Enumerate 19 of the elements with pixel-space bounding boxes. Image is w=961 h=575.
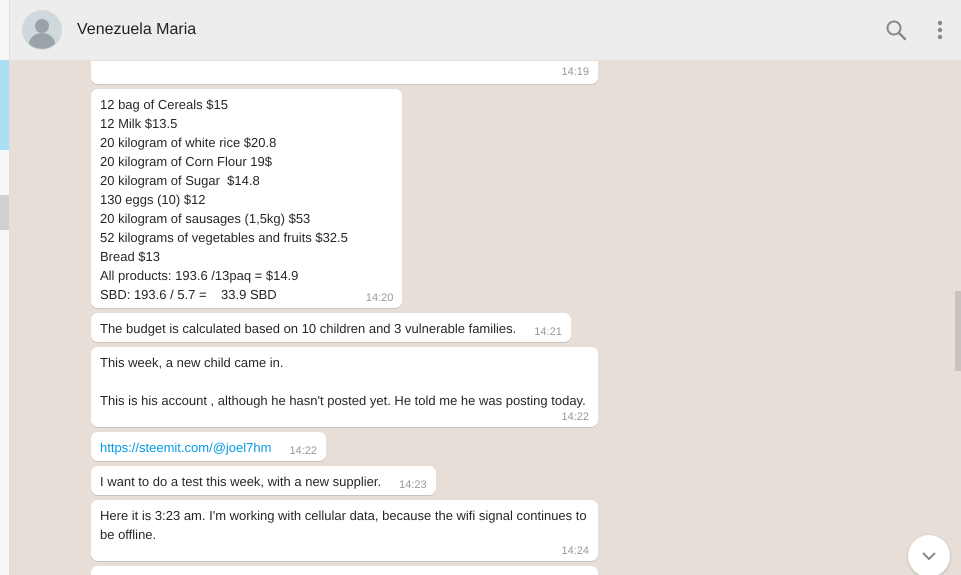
message-time: 14:24 xyxy=(560,544,589,559)
message-text: The budget is calculated based on 10 children and 3 vulnerable families. xyxy=(100,320,516,338)
avatar-icon[interactable] xyxy=(22,10,62,50)
message-text: 12 bag of Cereals $15 12 Milk $13.5 20 kilogram of white rice $20.8 20 kilogram of Corn Flour 19$ 20 kilogram of Sugar $14.8 130 eggs (10) $12 20 kilogram of sausages (1,5kg) $53 52 kilograms of vegetables and fruits $32.5 Bread $13 All products: 193.6 /13paq = $14.9 SBD: 193.6 / 5.7 = 33.9 SBD xyxy=(100,96,348,304)
message-time: 14:19 xyxy=(560,65,589,80)
menu-icon[interactable] xyxy=(937,18,943,42)
message-time: 14:20 xyxy=(364,291,394,306)
message-text: This week, a new child came in. This is his account , although he hasn't posted yet. He told me he was posting today. xyxy=(100,354,586,410)
message-time: 14:22 xyxy=(560,410,589,425)
chevron-down-icon xyxy=(921,551,937,561)
message-time: 14:23 xyxy=(398,478,427,493)
message-text: I want to do a test this week, with a new supplier. xyxy=(100,473,382,491)
message-time: 14:21 xyxy=(533,325,562,340)
sidebar-edge xyxy=(0,195,9,230)
scrollbar-thumb[interactable] xyxy=(955,291,961,371)
message-time: 14:22 xyxy=(288,444,317,459)
scroll-down-button[interactable] xyxy=(908,535,950,575)
search-icon[interactable] xyxy=(884,18,908,42)
message-text: Here it is 3:23 am. I'm working with cellular data, because the wifi signal continues to be offline. xyxy=(100,507,588,544)
